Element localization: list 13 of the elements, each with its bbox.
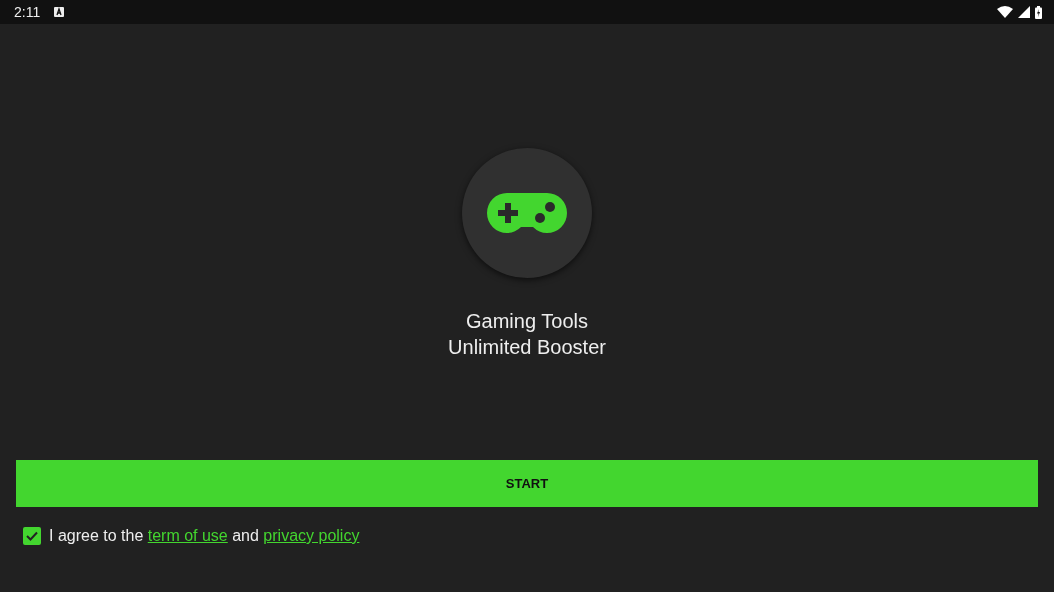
signal-icon [1018, 6, 1030, 18]
app-title: Unlimited Booster [448, 335, 606, 360]
clock-time: 2:11 [14, 4, 41, 20]
gamepad-icon [487, 191, 567, 235]
wifi-icon [997, 6, 1013, 18]
policy-link[interactable]: privacy policy [263, 527, 360, 544]
agree-checkbox[interactable] [23, 527, 41, 545]
app-title: Gaming Tools [466, 309, 588, 334]
agreement-text: I agree to the term of use and privacy policy [49, 527, 360, 545]
policy-link[interactable]: term of use [147, 527, 228, 544]
start-button[interactable]: START [16, 460, 1038, 507]
notification-icon [54, 7, 65, 17]
battery-icon [1035, 5, 1042, 19]
